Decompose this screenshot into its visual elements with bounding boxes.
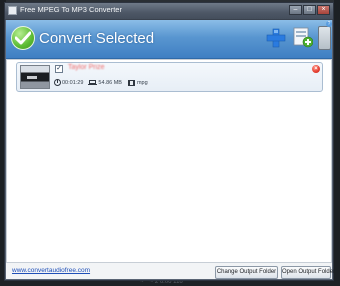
open-output-folder-button[interactable]: Open Output Folder (281, 266, 335, 279)
title-bar: Free MPEG To MP3 Converter – □ × (5, 3, 333, 20)
trash-icon[interactable] (318, 26, 331, 50)
maximize-button[interactable]: □ (303, 5, 316, 15)
toolbar-header: Convert Selected ? (6, 20, 332, 59)
desktop-right-edge (334, 0, 340, 286)
remove-file-button[interactable]: × (312, 65, 320, 73)
convert-selected-label[interactable]: Convert Selected (39, 30, 154, 47)
minimize-button[interactable]: – (289, 5, 302, 15)
window-controls: – □ × (289, 5, 330, 15)
file-size: 54.86 MB (98, 79, 122, 86)
help-icon[interactable]: ? (326, 21, 332, 27)
footer-bar: www.convertaudiofree.com Change Output F… (6, 264, 335, 280)
file-list-item[interactable]: ✓ Taylor Prize 00:01:29 54.86 MB mpg × (16, 62, 323, 92)
file-name: Taylor Prize (68, 64, 105, 71)
file-format: mpg (136, 79, 148, 86)
file-list: ✓ Taylor Prize 00:01:29 54.86 MB mpg × (6, 59, 332, 263)
clock-icon (54, 79, 61, 86)
film-icon (127, 79, 135, 86)
close-button[interactable]: × (317, 5, 330, 15)
app-window: Free MPEG To MP3 Converter – □ × Convert… (4, 2, 335, 281)
file-select-checkbox[interactable]: ✓ (55, 65, 63, 73)
app-icon (8, 6, 17, 15)
change-output-folder-button[interactable]: Change Output Folder (215, 266, 278, 279)
website-link[interactable]: www.convertaudiofree.com (12, 267, 90, 274)
checkmark-icon (15, 31, 31, 45)
convert-selected-button[interactable] (11, 26, 35, 50)
file-duration: 00:01:29 (62, 79, 84, 86)
add-file-icon[interactable] (266, 28, 286, 48)
file-size-icon (88, 79, 98, 86)
video-thumbnail (20, 65, 50, 89)
file-meta-row: 00:01:29 54.86 MB mpg (54, 79, 148, 86)
window-title: Free MPEG To MP3 Converter (20, 5, 122, 14)
add-folder-icon[interactable] (293, 26, 313, 48)
